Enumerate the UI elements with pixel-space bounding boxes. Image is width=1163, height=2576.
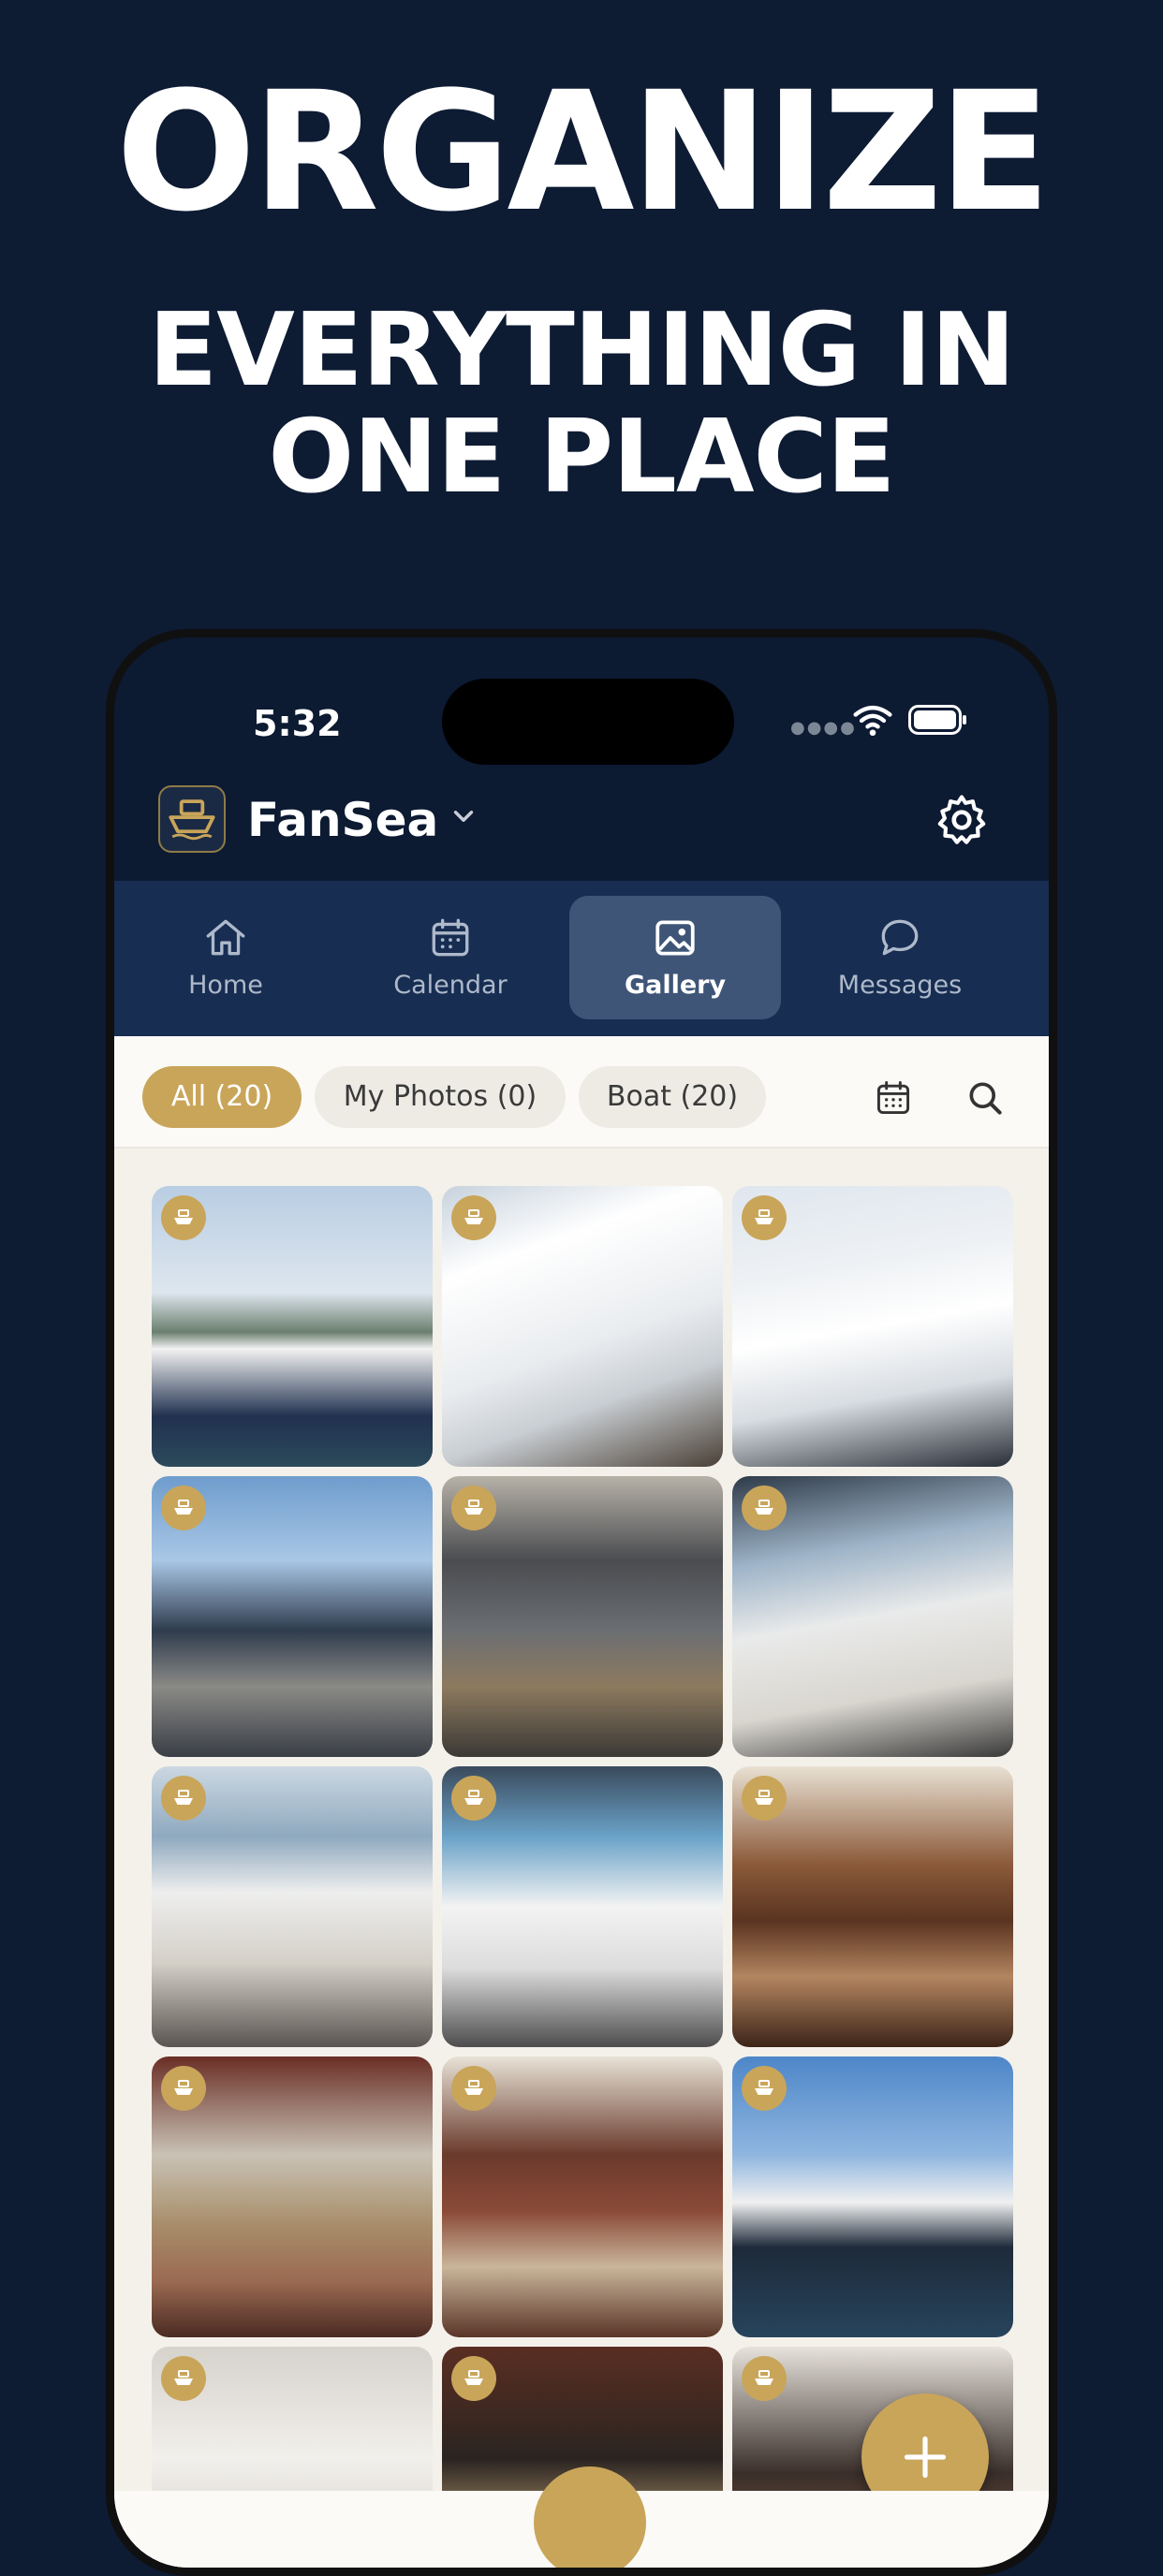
search-icon[interactable] xyxy=(964,1077,1006,1119)
tab-messages-label: Messages xyxy=(837,971,963,1000)
photo-tile[interactable] xyxy=(732,1186,1013,1467)
hero-subtitle: EVERYTHING IN ONE PLACE xyxy=(0,292,1163,517)
photo-tile[interactable] xyxy=(152,1476,433,1757)
hero-title: ORGANIZE xyxy=(115,56,1051,248)
filter-chip-boat[interactable]: Boat (20) xyxy=(579,1066,766,1128)
boat-badge-icon xyxy=(161,2066,206,2111)
filter-chip-all[interactable]: All (20) xyxy=(142,1066,302,1128)
boat-badge-icon xyxy=(451,2066,496,2111)
photo-tile[interactable] xyxy=(152,1766,433,2047)
tab-bar: Home Calendar Gallery Messages xyxy=(114,881,1049,1036)
bottom-bar xyxy=(114,2466,1049,2568)
calendar-icon xyxy=(432,918,469,957)
app-screen: 5:32 ●●●● FanSea Home Calendar Gallery M… xyxy=(114,637,1049,2568)
hero-subtitle-line-2: ONE PLACE xyxy=(268,399,895,517)
photo-tile[interactable] xyxy=(732,1766,1013,2047)
boat-badge-icon xyxy=(742,2356,787,2401)
hero-subtitle-line-1: EVERYTHING IN xyxy=(148,292,1015,409)
tab-calendar[interactable]: Calendar xyxy=(345,896,556,1019)
wifi-icon xyxy=(853,705,892,737)
tab-home-label: Home xyxy=(188,971,263,1000)
tab-gallery-label: Gallery xyxy=(624,971,727,1000)
photo-tile[interactable] xyxy=(442,2056,723,2337)
chat-bubble-icon xyxy=(881,919,919,956)
plus-icon xyxy=(904,2436,947,2479)
boat-badge-icon xyxy=(742,2066,787,2111)
calendar-filter-icon[interactable] xyxy=(873,1077,914,1119)
boat-badge-icon xyxy=(161,1195,206,1240)
tab-gallery[interactable]: Gallery xyxy=(569,896,781,1019)
dynamic-island xyxy=(442,679,734,765)
photo-tile[interactable] xyxy=(152,2056,433,2337)
boat-badge-icon xyxy=(161,1486,206,1530)
photo-tile[interactable] xyxy=(732,1476,1013,1757)
photo-tile[interactable] xyxy=(152,1186,433,1467)
boat-badge-icon xyxy=(451,1486,496,1530)
boat-badge-icon xyxy=(742,1486,787,1530)
app-name[interactable]: FanSea xyxy=(247,793,438,847)
phone-frame: 5:32 ●●●● FanSea Home Calendar Gallery M… xyxy=(106,629,1057,2576)
photo-tile[interactable] xyxy=(732,2056,1013,2337)
photo-tile[interactable] xyxy=(442,1766,723,2047)
tab-messages[interactable]: Messages xyxy=(794,896,1006,1019)
house-icon xyxy=(206,919,245,956)
boat-badge-icon xyxy=(742,1776,787,1821)
status-time: 5:32 xyxy=(253,703,342,744)
photo-tile[interactable] xyxy=(442,1186,723,1467)
signal-icon: ●●●● xyxy=(790,718,857,738)
boat-badge-icon xyxy=(451,2356,496,2401)
photo-tile[interactable] xyxy=(442,1476,723,1757)
tab-calendar-label: Calendar xyxy=(393,971,508,1000)
boat-badge-icon xyxy=(742,1195,787,1240)
filter-bar: All (20) My Photos (0) Boat (20) xyxy=(114,1036,1049,1149)
boat-badge-icon xyxy=(451,1195,496,1240)
chevron-down-icon[interactable] xyxy=(448,800,479,832)
gear-icon[interactable] xyxy=(933,791,991,849)
boat-logo-icon[interactable] xyxy=(158,785,226,853)
gallery-icon xyxy=(655,920,695,956)
bottom-action-button[interactable] xyxy=(534,2466,646,2568)
boat-badge-icon xyxy=(161,2356,206,2401)
boat-badge-icon xyxy=(451,1776,496,1821)
tab-home[interactable]: Home xyxy=(120,896,331,1019)
photo-gallery-grid xyxy=(114,1149,1049,2568)
boat-badge-icon xyxy=(161,1776,206,1821)
filter-chip-my-photos[interactable]: My Photos (0) xyxy=(315,1066,566,1128)
battery-icon xyxy=(908,705,966,735)
